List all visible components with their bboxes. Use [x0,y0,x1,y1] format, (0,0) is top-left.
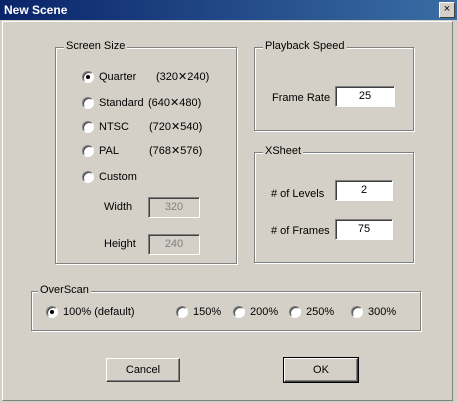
radio-indicator [82,96,94,109]
screen-size-option-label: PAL [99,144,119,157]
screen-size-standard-radio[interactable]: Standard (640✕480) [82,96,201,109]
xsheet-group: XSheet # of Levels 2 # of Frames 75 [254,145,414,263]
screen-size-option-dims: (768✕576) [149,145,203,157]
screen-size-pal-radio[interactable]: PAL (768✕576) [82,144,202,157]
overscan-150-radio[interactable]: 150% [176,306,221,318]
overscan-legend: OverScan [38,284,91,296]
height-field[interactable]: 240 [148,234,200,255]
screen-size-option-label: NTSC [99,120,129,133]
screen-size-option-dims: (720✕540) [149,121,203,133]
title-bar: New Scene × [0,0,457,20]
overscan-option-label: 150% [193,306,222,318]
width-label: Width [104,201,133,213]
cancel-button[interactable]: Cancel [106,358,180,382]
overscan-100-radio[interactable]: 100% (default) [46,306,135,318]
playback-speed-legend: Playback Speed [263,40,347,52]
close-icon[interactable]: × [439,2,455,18]
overscan-option-label: 100% (default) [63,306,135,318]
screen-size-custom-radio[interactable]: Custom [82,171,137,183]
overscan-250-radio[interactable]: 250% [289,306,334,318]
overscan-option-label: 200% [250,306,279,318]
screen-size-option-label: Standard [99,96,144,109]
screen-size-option-dims: (320✕240) [156,71,210,83]
height-label: Height [104,238,136,250]
frames-field[interactable]: 75 [335,219,393,240]
screen-size-group: Screen Size Quarter (320✕240) Standard (… [55,40,237,264]
screen-size-option-label: Custom [99,171,137,183]
screen-size-option-label: Quarter [99,70,137,83]
radio-indicator [46,306,58,318]
overscan-option-label: 250% [306,306,335,318]
frame-rate-label: Frame Rate [272,92,331,104]
radio-indicator [82,120,94,133]
frame-rate-field[interactable]: 25 [335,86,395,107]
radio-indicator [176,306,188,318]
levels-field[interactable]: 2 [335,180,393,201]
width-field[interactable]: 320 [148,197,200,218]
levels-label: # of Levels [271,188,325,200]
radio-indicator [82,171,94,183]
screen-size-legend: Screen Size [64,40,128,52]
overscan-group: OverScan 100% (default) 150% 200% 250% 3… [31,284,421,331]
radio-indicator [82,70,94,83]
playback-speed-group: Playback Speed Frame Rate 25 [254,40,414,131]
radio-indicator [233,306,245,318]
screen-size-option-dims: (640✕480) [148,97,202,109]
overscan-option-label: 300% [368,306,397,318]
overscan-300-radio[interactable]: 300% [351,306,396,318]
frames-label: # of Frames [271,225,330,237]
screen-size-ntsc-radio[interactable]: NTSC (720✕540) [82,120,202,133]
radio-indicator [351,306,363,318]
ok-button[interactable]: OK [283,357,359,383]
screen-size-quarter-radio[interactable]: Quarter (320✕240) [82,70,209,83]
xsheet-legend: XSheet [263,145,304,157]
radio-indicator [289,306,301,318]
overscan-200-radio[interactable]: 200% [233,306,278,318]
radio-indicator [82,144,94,157]
window-title: New Scene [4,3,68,17]
